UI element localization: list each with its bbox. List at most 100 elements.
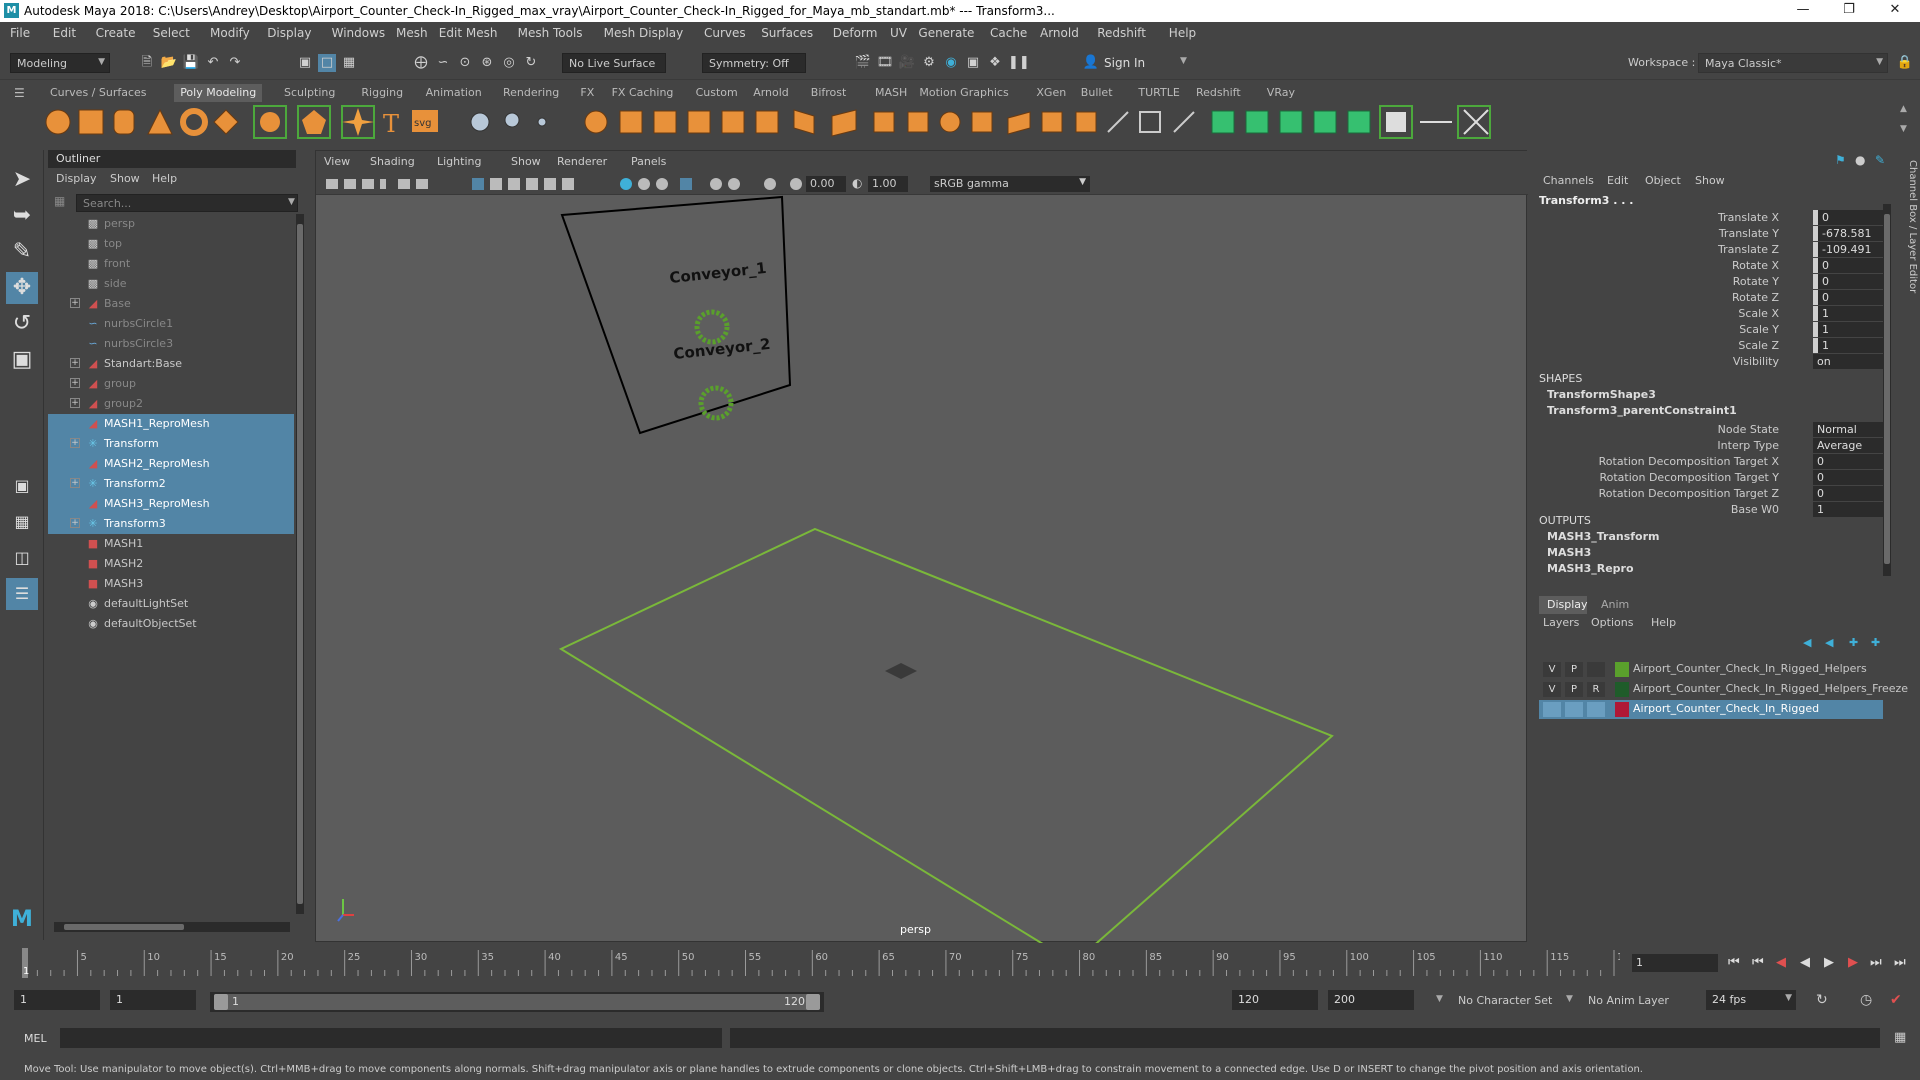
maya-m-logo-icon[interactable]: M: [6, 904, 38, 936]
play-backwards-icon[interactable]: ◀: [1800, 955, 1810, 970]
cb-menu-edit[interactable]: Edit: [1607, 174, 1628, 187]
filter-icon[interactable]: ▦: [54, 194, 65, 208]
outliner-item[interactable]: ◢ MASH1_ReproMesh: [48, 414, 294, 434]
outliner-item[interactable]: ■ MASH1: [48, 534, 294, 554]
four-view-icon[interactable]: ▦: [6, 506, 38, 538]
shelf-tab-turtle[interactable]: TURTLE: [1132, 84, 1185, 102]
redo-icon[interactable]: ↷: [226, 54, 244, 72]
cb-menu-object[interactable]: Object: [1645, 174, 1681, 187]
select-tool-icon[interactable]: ➤: [6, 164, 38, 196]
layer-toggle-p[interactable]: P: [1565, 662, 1583, 677]
channel-value-field[interactable]: 1: [1813, 502, 1885, 517]
cb-menu-show[interactable]: Show: [1695, 174, 1725, 187]
outliner-item[interactable]: + ✳ Transform3: [48, 514, 294, 534]
shelf-tab-xgen[interactable]: XGen: [1030, 84, 1072, 102]
menu-display[interactable]: Display: [267, 26, 311, 40]
layer-color-swatch[interactable]: [1615, 702, 1629, 717]
channel-row[interactable]: Rotation Decomposition Target X 0: [1535, 454, 1893, 470]
pause-icon[interactable]: ❚❚: [1008, 54, 1030, 72]
move-layer-down-icon[interactable]: ◀: [1825, 636, 1833, 649]
outliner-item[interactable]: ∽ nurbsCircle3: [48, 334, 294, 354]
channel-row[interactable]: Interp Type Average: [1535, 438, 1893, 454]
channel-row[interactable]: Rotate X 0: [1535, 258, 1893, 274]
shelf-tab-rendering[interactable]: Rendering: [497, 84, 565, 102]
gamma-field[interactable]: 1.00: [868, 176, 908, 192]
user-icon[interactable]: 👤: [1082, 54, 1100, 72]
select-component-icon[interactable]: ▦: [340, 54, 358, 72]
channel-value-field[interactable]: 0: [1813, 210, 1885, 225]
menu-edit-mesh[interactable]: Edit Mesh: [439, 26, 498, 40]
go-to-start-icon[interactable]: ⏮: [1728, 955, 1740, 970]
script-editor-icon[interactable]: ▦: [1894, 1030, 1906, 1045]
channel-value-field[interactable]: 0: [1813, 470, 1885, 485]
minimize-button[interactable]: —: [1780, 0, 1826, 22]
channel-value-field[interactable]: -109.491: [1813, 242, 1885, 257]
live-surface-field[interactable]: No Live Surface: [562, 53, 666, 73]
shelf-tab-poly-modeling[interactable]: Poly Modeling: [174, 84, 263, 102]
arnold-render-icon[interactable]: ❖: [986, 54, 1004, 72]
outliner-item[interactable]: + ◢ group: [48, 374, 294, 394]
layer-menu-layers[interactable]: Layers: [1543, 616, 1579, 629]
channel-value-field[interactable]: 0: [1813, 290, 1885, 305]
outliner-item[interactable]: + ✳ Transform2: [48, 474, 294, 494]
tab-anim[interactable]: Anim: [1593, 596, 1637, 613]
attribute-editor-icon[interactable]: ●: [1855, 153, 1865, 167]
outliner-item[interactable]: ▩ top: [48, 234, 294, 254]
expand-icon[interactable]: +: [70, 438, 80, 448]
fps-dropdown[interactable]: 24 fps ▼: [1706, 990, 1796, 1010]
viewport-panel[interactable]: View Shading Lighting Show Renderer Panels: [315, 150, 1528, 943]
gamma-icon[interactable]: ◐: [852, 176, 862, 190]
channel-value-field[interactable]: 0: [1813, 486, 1885, 501]
channel-row[interactable]: Rotate Z 0: [1535, 290, 1893, 306]
maximize-button[interactable]: ❐: [1826, 0, 1872, 22]
outliner-item[interactable]: ◉ defaultObjectSet: [48, 614, 294, 634]
layer-menu-help[interactable]: Help: [1651, 616, 1676, 629]
outliner-item[interactable]: ∽ nurbsCircle1: [48, 314, 294, 334]
shelf-tab-bullet[interactable]: Bullet: [1075, 84, 1119, 102]
menu-surfaces[interactable]: Surfaces: [761, 26, 813, 40]
outliner-item[interactable]: ◉ defaultLightSet: [48, 594, 294, 614]
output-item[interactable]: MASH3_Repro: [1547, 562, 1634, 575]
shelf-tab-fx[interactable]: FX: [574, 84, 600, 102]
menu-select[interactable]: Select: [153, 26, 190, 40]
outliner-menu-show[interactable]: Show: [110, 172, 140, 185]
outliner-item[interactable]: ◢ MASH3_ReproMesh: [48, 494, 294, 514]
search-options-icon[interactable]: ▼: [288, 197, 295, 207]
layer-toggle-r[interactable]: R: [1587, 682, 1605, 697]
current-frame-field[interactable]: 1: [1632, 954, 1718, 972]
layer-color-swatch[interactable]: [1615, 682, 1629, 697]
chevron-down-icon[interactable]: ▼: [1566, 994, 1573, 1004]
layer-row[interactable]: V P R Airport_Counter_Check_In_Rigged_Helpe…: [1539, 680, 1908, 699]
move-layer-up-icon[interactable]: ◀: [1803, 636, 1811, 649]
menu-uv[interactable]: UV: [890, 26, 907, 40]
animation-end-field[interactable]: 200: [1328, 990, 1414, 1010]
expand-icon[interactable]: +: [70, 398, 80, 408]
lasso-tool-icon[interactable]: ➥: [6, 200, 38, 232]
loop-icon[interactable]: ↻: [1816, 992, 1828, 1008]
outliner-item[interactable]: + ◢ group2: [48, 394, 294, 414]
new-scene-icon[interactable]: 🗎: [138, 54, 156, 72]
anim-layer-field[interactable]: No Anim Layer: [1588, 994, 1669, 1007]
single-view-icon[interactable]: ▣: [6, 470, 38, 502]
menu-generate[interactable]: Generate: [918, 26, 974, 40]
outliner-item[interactable]: ■ MASH2: [48, 554, 294, 574]
expand-icon[interactable]: +: [70, 358, 80, 368]
menu-windows[interactable]: Windows: [332, 26, 386, 40]
layer-row[interactable]: V P Airport_Counter_Check_In_Rigged_Helper…: [1539, 660, 1883, 679]
channel-row[interactable]: Node State Normal: [1535, 422, 1893, 438]
layer-toggle-v[interactable]: V: [1543, 662, 1561, 677]
preferences-icon[interactable]: ✔: [1890, 992, 1902, 1008]
script-language-label[interactable]: MEL: [24, 1032, 47, 1045]
hypershade-icon[interactable]: ◉: [942, 54, 960, 72]
exposure-field[interactable]: 0.00: [806, 176, 846, 192]
outliner-item[interactable]: ▩ front: [48, 254, 294, 274]
snap-point-icon[interactable]: ⊙: [456, 54, 474, 72]
expand-icon[interactable]: +: [70, 378, 80, 388]
viewport-menu-lighting[interactable]: Lighting: [437, 155, 481, 168]
cb-scrollbar[interactable]: [1883, 204, 1891, 576]
menu-cache[interactable]: Cache: [990, 26, 1027, 40]
command-input[interactable]: [60, 1028, 722, 1048]
menu-curves[interactable]: Curves: [704, 26, 746, 40]
move-tool-icon[interactable]: ✥: [6, 272, 38, 304]
channel-value-field[interactable]: -678.581: [1813, 226, 1885, 241]
